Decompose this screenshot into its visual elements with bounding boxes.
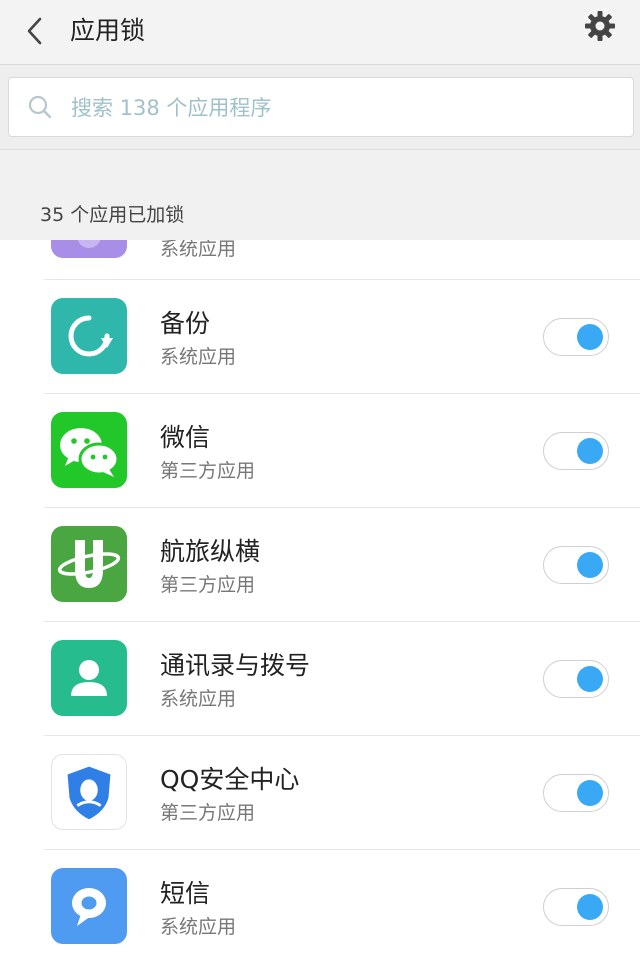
app-icon [77, 240, 101, 248]
app-lock-screen: 应用锁 搜索 138 个应用程序 35 个应用已加锁 系统应用 备份 系统应用 … [0, 0, 640, 953]
back-button[interactable] [14, 10, 56, 52]
app-type-label: 第三方应用 [160, 574, 256, 596]
search-placeholder: 搜索 138 个应用程序 [71, 96, 272, 120]
list-item[interactable]: 微信 第三方应用 [0, 394, 640, 508]
speech-bubble-icon [72, 888, 106, 926]
gear-icon [585, 11, 615, 41]
lock-toggle[interactable] [543, 318, 609, 356]
lock-toggle[interactable] [543, 546, 609, 584]
u-logo-icon [57, 540, 121, 588]
top-bar: 应用锁 [0, 0, 640, 65]
locked-count-label: 35 个应用已加锁 [40, 204, 185, 226]
umetrip-icon [51, 526, 127, 602]
messages-icon [51, 868, 127, 944]
list-item[interactable]: QQ安全中心 第三方应用 [0, 736, 640, 850]
search-input[interactable]: 搜索 138 个应用程序 [8, 77, 634, 137]
toggle-knob [577, 666, 603, 692]
app-name: 备份 [160, 309, 211, 338]
toggle-knob [577, 894, 603, 920]
app-name: 通讯录与拨号 [160, 651, 311, 680]
list-item[interactable]: 备份 系统应用 [0, 280, 640, 394]
contacts-icon [51, 640, 127, 716]
lock-toggle[interactable] [543, 432, 609, 470]
list-item[interactable]: 通讯录与拨号 系统应用 [0, 622, 640, 736]
chat-bubbles-icon [60, 428, 120, 477]
toggle-knob [577, 438, 603, 464]
app-type-label: 系统应用 [160, 688, 237, 710]
app-name: 短信 [160, 879, 211, 908]
locked-section-header: 35 个应用已加锁 [0, 150, 640, 240]
app-type-label: 系统应用 [160, 240, 237, 260]
list-item[interactable]: 航旅纵横 第三方应用 [0, 508, 640, 622]
toggle-knob [577, 780, 603, 806]
list-item[interactable]: 系统应用 [0, 240, 640, 280]
backup-icon [51, 298, 127, 374]
app-name: 微信 [160, 423, 211, 452]
refresh-icon [68, 315, 113, 357]
shield-icon [67, 766, 111, 820]
settings-button[interactable] [582, 8, 618, 44]
search-icon [28, 95, 52, 119]
wechat-icon [51, 412, 127, 488]
app-name: 航旅纵横 [160, 537, 261, 566]
lock-toggle[interactable] [543, 660, 609, 698]
lock-toggle[interactable] [543, 774, 609, 812]
toggle-knob [577, 552, 603, 578]
app-type-label: 系统应用 [160, 346, 237, 368]
page-title: 应用锁 [70, 16, 146, 45]
search-area: 搜索 138 个应用程序 [0, 65, 640, 150]
app-icon-partial [51, 240, 127, 258]
app-name: QQ安全中心 [160, 765, 300, 794]
chevron-left-icon [27, 17, 42, 45]
lock-toggle[interactable] [543, 888, 609, 926]
list-item[interactable]: 短信 系统应用 [0, 850, 640, 953]
person-icon [71, 660, 107, 696]
app-type-label: 系统应用 [160, 916, 237, 938]
app-type-label: 第三方应用 [160, 460, 256, 482]
qq-security-icon [51, 754, 127, 830]
app-type-label: 第三方应用 [160, 802, 256, 824]
toggle-knob [577, 324, 603, 350]
